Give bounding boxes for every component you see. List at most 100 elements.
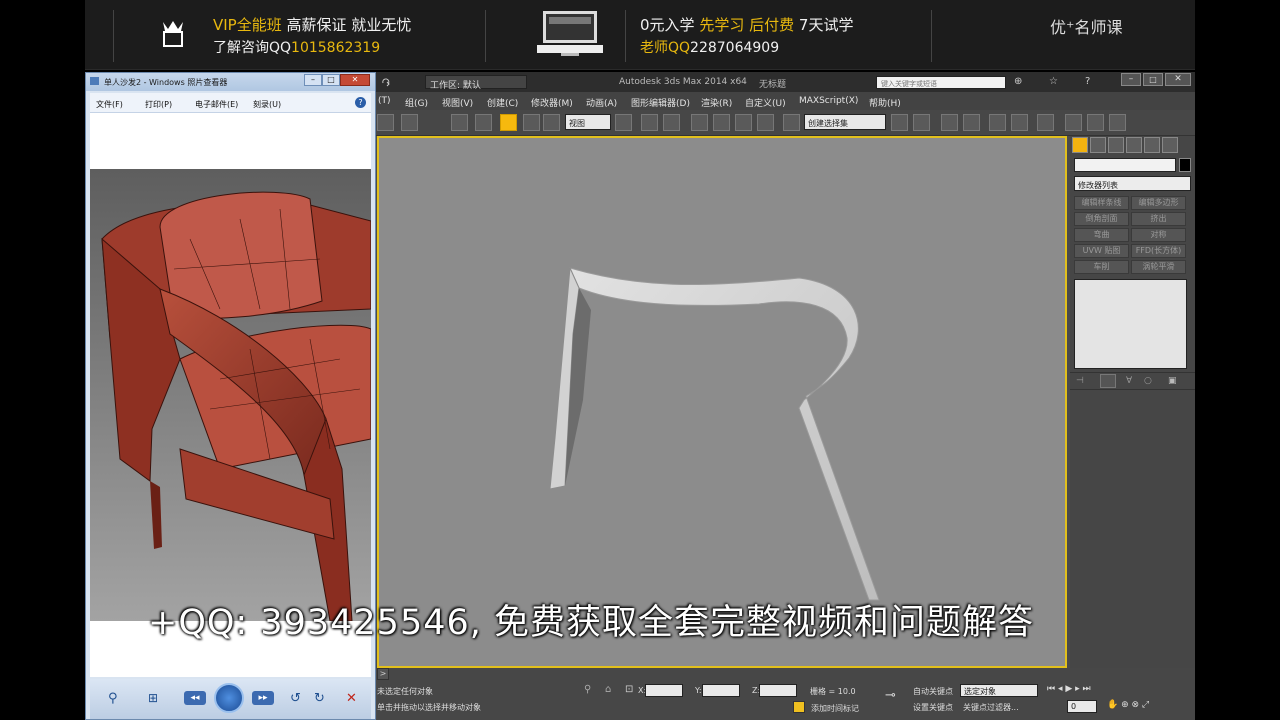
rect-select-icon[interactable] (451, 114, 468, 131)
key-icon[interactable]: ⊸ (885, 688, 896, 703)
modifier-button[interactable]: FFD(长方体) (1131, 244, 1186, 258)
modify-tab-icon[interactable] (1090, 137, 1106, 153)
key-mode-dropdown[interactable]: 选定对象 (960, 684, 1038, 697)
modifier-button[interactable]: UVW 贴图 (1074, 244, 1129, 258)
menu-animation[interactable]: 动画(A) (586, 96, 617, 109)
rotate-icon[interactable] (523, 114, 540, 131)
modifier-button[interactable]: 涡轮平滑 (1131, 260, 1186, 274)
modifier-button[interactable]: 弯曲 (1074, 228, 1129, 242)
zoom-icon[interactable]: ⚲ (108, 691, 128, 707)
window-crossing-icon[interactable] (475, 114, 492, 131)
maximize-button[interactable]: □ (1143, 73, 1163, 86)
object-color-swatch[interactable] (1179, 158, 1191, 172)
pv-maximize-button[interactable]: □ (322, 74, 340, 86)
menu-maxscript[interactable]: MAXScript(X) (799, 96, 858, 106)
angle-snap-icon[interactable] (713, 114, 730, 131)
modifier-list-dropdown[interactable]: 修改器列表 (1074, 176, 1191, 191)
pv-menu-print[interactable]: 打印(P) (145, 99, 172, 110)
scale-icon[interactable] (543, 114, 560, 131)
auto-key-button[interactable]: 自动关键点 (913, 686, 953, 697)
graphite-icon[interactable] (963, 114, 980, 131)
manipulate-icon[interactable] (641, 114, 658, 131)
menu-create[interactable]: 创建(C) (487, 96, 518, 109)
slideshow-icon[interactable] (214, 683, 244, 713)
move-icon[interactable] (500, 114, 517, 131)
reference-coord-dropdown[interactable]: 视图 (565, 114, 611, 130)
keyboard-shortcut-icon[interactable] (663, 114, 680, 131)
time-tag-icon[interactable] (793, 701, 805, 713)
pv-menu-burn[interactable]: 刻录(U) (253, 99, 281, 110)
menu-modifiers[interactable]: 修改器(M) (531, 96, 573, 109)
playback-controls[interactable]: ⏮ ◂ ▶ ▸ ⏭ (1047, 684, 1091, 694)
percent-snap-icon[interactable] (735, 114, 752, 131)
absolute-mode-icon[interactable]: ⊡ (625, 684, 633, 695)
create-tab-icon[interactable] (1072, 137, 1088, 153)
menu-rendering[interactable]: 渲染(R) (701, 96, 732, 109)
key-filters-button[interactable]: 关键点过滤器... (963, 702, 1019, 713)
object-name-field[interactable] (1074, 158, 1176, 172)
previous-icon[interactable]: ◂◂ (184, 691, 206, 705)
star-icon[interactable]: ☆ (1049, 76, 1058, 87)
modifier-button[interactable]: 对称 (1131, 228, 1186, 242)
pv-menu-email[interactable]: 电子邮件(E) (195, 99, 238, 110)
material-editor-icon[interactable] (1037, 114, 1054, 131)
schematic-view-icon[interactable] (1011, 114, 1028, 131)
render-setup-icon[interactable] (1065, 114, 1082, 131)
binoculars-icon[interactable]: ⊕ (1014, 76, 1022, 87)
modifier-button[interactable]: 倒角剖面 (1074, 212, 1129, 226)
named-selection-dropdown[interactable]: 创建选择集 (804, 114, 886, 130)
next-icon[interactable]: ▸▸ (252, 691, 274, 705)
make-unique-icon[interactable]: ∀ (1126, 376, 1132, 386)
selection-filter-icon[interactable] (377, 114, 394, 131)
isolate-icon[interactable]: ⌂ (605, 684, 611, 695)
help-icon[interactable]: ? (1085, 76, 1090, 87)
pv-menu-file[interactable]: 文件(F) (96, 99, 123, 110)
configure-sets-icon[interactable]: ▣ (1168, 376, 1177, 386)
remove-modifier-icon[interactable]: ○ (1144, 376, 1152, 386)
menu-group[interactable]: 组(G) (405, 96, 428, 109)
workspace-dropdown[interactable]: 工作区: 默认 (425, 75, 527, 91)
modifier-stack[interactable] (1074, 279, 1187, 369)
lock-selection-icon[interactable]: ⚲ (584, 684, 591, 695)
rotate-left-icon[interactable]: ↺ (290, 691, 310, 707)
set-key-button[interactable]: 设置关键点 (913, 702, 953, 713)
menu-views[interactable]: 视图(V) (442, 96, 473, 109)
rendered-frame-icon[interactable] (1087, 114, 1104, 131)
render-production-icon[interactable] (1109, 114, 1126, 131)
modifier-button[interactable]: 车削 (1074, 260, 1129, 274)
hierarchy-tab-icon[interactable] (1108, 137, 1124, 153)
y-coordinate-field[interactable] (702, 684, 740, 697)
actual-size-icon[interactable]: ⊞ (148, 691, 168, 707)
utilities-tab-icon[interactable] (1162, 137, 1178, 153)
pin-stack-icon[interactable]: ⊣ (1076, 376, 1084, 386)
spinner-snap-icon[interactable] (757, 114, 774, 131)
modifier-button[interactable]: 编辑多边形 (1131, 196, 1186, 210)
pv-close-button[interactable]: ✕ (340, 74, 370, 86)
snap-toggle-icon[interactable] (691, 114, 708, 131)
search-input[interactable]: 键入关键字或短语 (876, 76, 1006, 89)
menu-help[interactable]: 帮助(H) (869, 96, 901, 109)
rotate-right-icon[interactable]: ↻ (314, 691, 334, 707)
display-tab-icon[interactable] (1144, 137, 1160, 153)
add-time-tag[interactable]: 添加时间标记 (811, 703, 859, 714)
menu-customize[interactable]: 自定义(U) (745, 96, 786, 109)
show-end-result-icon[interactable] (1100, 374, 1116, 388)
curve-editor-icon[interactable] (989, 114, 1006, 131)
layer-manager-icon[interactable] (941, 114, 958, 131)
modifier-button[interactable]: 编辑样条线 (1074, 196, 1129, 210)
select-by-name-icon[interactable] (401, 114, 418, 131)
edit-named-selection-icon[interactable] (783, 114, 800, 131)
delete-icon[interactable]: ✕ (346, 691, 366, 707)
menu-graph-editors[interactable]: 图形编辑器(D) (631, 96, 690, 109)
pv-help-icon[interactable]: ? (355, 97, 366, 108)
minimize-button[interactable]: – (1121, 73, 1141, 86)
close-button[interactable]: ✕ (1165, 73, 1191, 86)
mirror-icon[interactable] (891, 114, 908, 131)
menu-tools[interactable]: (T) (378, 96, 391, 106)
pv-minimize-button[interactable]: – (304, 74, 322, 86)
modifier-button[interactable]: 挤出 (1131, 212, 1186, 226)
timeline-toggle-button[interactable]: > (377, 668, 389, 680)
x-coordinate-field[interactable] (645, 684, 683, 697)
perspective-viewport[interactable] (377, 136, 1067, 668)
align-icon[interactable] (913, 114, 930, 131)
